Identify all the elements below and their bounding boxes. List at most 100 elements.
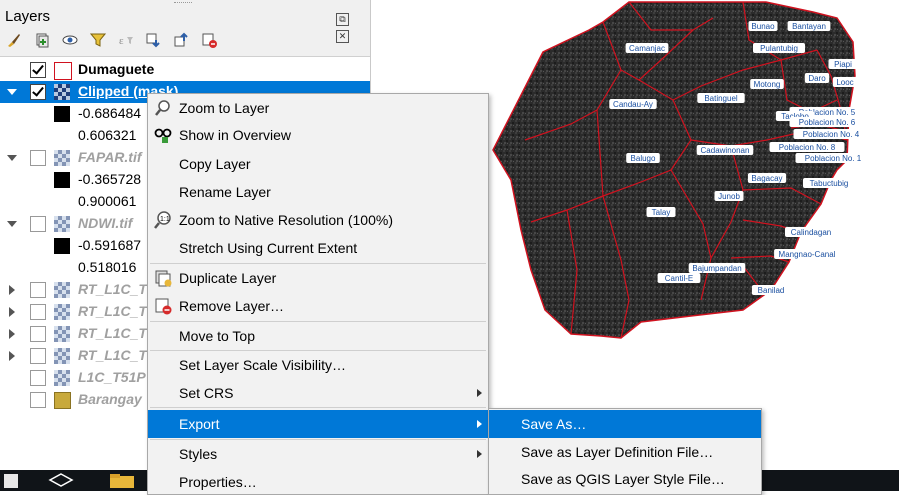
menu-item-remove-layer[interactable]: Remove Layer…	[148, 293, 488, 319]
menu-separator	[150, 321, 486, 322]
map-label: Poblacion No. 1	[805, 154, 862, 163]
menu-item-label: Move to Top	[179, 328, 256, 344]
task-view-icon[interactable]	[48, 473, 74, 489]
collapse-arrow-icon[interactable]	[7, 155, 17, 161]
duplicate-icon	[155, 270, 172, 287]
map-label: Candau-Ay	[613, 100, 653, 109]
map-label: Daro	[808, 74, 826, 83]
map-label: Mangnao-Canal	[779, 250, 836, 259]
submenu-item-save-style-file[interactable]: Save as QGIS Layer Style File…	[489, 465, 761, 493]
submenu-item-label: Save as QGIS Layer Style File…	[521, 471, 725, 487]
menu-item-label: Remove Layer…	[179, 298, 285, 314]
map-label: Calindagan	[791, 228, 831, 237]
zoom-layer-icon	[155, 100, 170, 116]
map-label: Bunao	[751, 22, 775, 31]
map-label: Tabuctubig	[810, 179, 849, 188]
layer-name: RT_L1C_T	[78, 347, 147, 363]
file-explorer-icon[interactable]	[108, 473, 136, 489]
map-label: Motong	[754, 80, 781, 89]
layer-visibility-checkbox[interactable]	[30, 282, 46, 298]
menu-item-duplicate-layer[interactable]: Duplicate Layer	[148, 265, 488, 291]
windows-icon[interactable]	[4, 474, 18, 488]
menu-separator	[150, 407, 486, 408]
legend-max-value: 0.900061	[78, 193, 137, 209]
raster-layer-icon	[54, 84, 70, 100]
map-label: Talay	[652, 208, 671, 217]
menu-item-show-in-overview[interactable]: Show in Overview	[148, 122, 488, 148]
layer-visibility-checkbox[interactable]	[30, 326, 46, 342]
manage-visibility-icon[interactable]	[62, 32, 78, 48]
expand-arrow-icon[interactable]	[9, 285, 15, 295]
menu-item-set-crs[interactable]: Set CRS	[148, 380, 488, 406]
menu-item-label: Rename Layer	[179, 184, 271, 200]
menu-item-move-to-top[interactable]: Move to Top	[148, 323, 488, 349]
raster-layer-icon	[54, 304, 70, 320]
submenu-item-label: Save As…	[521, 416, 587, 432]
float-panel-button[interactable]: ⧉	[336, 13, 349, 26]
collapse-arrow-icon[interactable]	[7, 221, 17, 227]
map-label: Cadawinonan	[701, 146, 750, 155]
layer-visibility-checkbox[interactable]	[30, 150, 46, 166]
filter-legend-icon[interactable]	[89, 32, 106, 48]
filter-expression-icon[interactable]: ε	[118, 32, 134, 48]
menu-item-copy-layer[interactable]: Copy Layer	[148, 151, 488, 177]
layer-visibility-checkbox[interactable]	[30, 392, 46, 408]
collapse-all-icon[interactable]	[173, 32, 189, 48]
menu-item-styles[interactable]: Styles	[148, 441, 488, 467]
layer-name: RT_L1C_T	[78, 303, 147, 319]
style-brush-icon[interactable]	[6, 32, 22, 48]
map-label: Batinguel	[704, 94, 738, 103]
map-label: Looc	[836, 78, 853, 87]
layer-visibility-checkbox[interactable]	[30, 62, 46, 78]
close-panel-button[interactable]: ✕	[336, 30, 349, 43]
expand-arrow-icon[interactable]	[9, 351, 15, 361]
layer-visibility-checkbox[interactable]	[30, 304, 46, 320]
map-label: Poblacion No. 8	[779, 143, 836, 152]
layer-row-dumaguete[interactable]: Dumaguete	[0, 59, 370, 81]
layer-context-menu: Zoom to Layer Show in Overview Copy Laye…	[147, 93, 489, 495]
expand-arrow-icon[interactable]	[9, 307, 15, 317]
layer-visibility-checkbox[interactable]	[30, 348, 46, 364]
legend-min-value: -0.591687	[78, 237, 142, 253]
menu-item-label: Copy Layer	[179, 156, 251, 172]
expand-arrow-icon[interactable]	[9, 329, 15, 339]
remove-layer-icon[interactable]	[201, 32, 218, 49]
layer-name: RT_L1C_T	[78, 281, 147, 297]
layer-visibility-checkbox[interactable]	[30, 216, 46, 232]
raster-layer-icon	[54, 326, 70, 342]
layer-visibility-checkbox[interactable]	[30, 370, 46, 386]
polygon-layer-icon	[54, 62, 72, 80]
panel-title: Layers	[5, 8, 51, 25]
submenu-item-save-as[interactable]: Save As…	[489, 410, 761, 438]
menu-item-label: Zoom to Layer	[179, 100, 270, 116]
export-submenu: Save As… Save as Layer Definition File… …	[488, 408, 762, 495]
layers-toolbar: ε	[6, 31, 225, 53]
map-label: Poblacion No. 6	[799, 118, 856, 127]
menu-item-export[interactable]: Export	[148, 410, 488, 438]
menu-item-label: Stretch Using Current Extent	[179, 240, 358, 256]
layer-name: RT_L1C_T	[78, 325, 147, 341]
layer-visibility-checkbox[interactable]	[30, 84, 46, 100]
add-group-icon[interactable]	[34, 32, 50, 48]
menu-item-zoom-native[interactable]: 1:1 Zoom to Native Resolution (100%)	[148, 207, 488, 233]
menu-item-stretch-extent[interactable]: Stretch Using Current Extent	[148, 235, 488, 261]
raster-layer-icon	[54, 370, 70, 386]
panel-grip[interactable]	[174, 2, 192, 3]
menu-item-label: Export	[179, 416, 220, 432]
map-label: Camanjac	[629, 44, 665, 53]
menu-item-scale-visibility[interactable]: Set Layer Scale Visibility…	[148, 352, 488, 378]
menu-item-properties[interactable]: Properties…	[148, 469, 488, 495]
legend-min-value: -0.686484	[78, 105, 142, 121]
polygon-layer-icon	[54, 392, 71, 409]
expand-all-icon[interactable]	[145, 32, 161, 48]
collapse-arrow-icon[interactable]	[7, 89, 17, 95]
raster-layer-icon	[54, 150, 70, 166]
menu-item-label: Properties…	[179, 474, 257, 490]
menu-item-rename-layer[interactable]: Rename Layer	[148, 179, 488, 205]
menu-item-zoom-to-layer[interactable]: Zoom to Layer	[148, 95, 488, 121]
legend-max-value: 0.518016	[78, 259, 137, 275]
menu-item-label: Set Layer Scale Visibility…	[179, 357, 347, 373]
submenu-item-save-layer-definition[interactable]: Save as Layer Definition File…	[489, 438, 761, 466]
map-label: Poblacion No. 4	[803, 130, 860, 139]
menu-separator	[150, 350, 486, 351]
